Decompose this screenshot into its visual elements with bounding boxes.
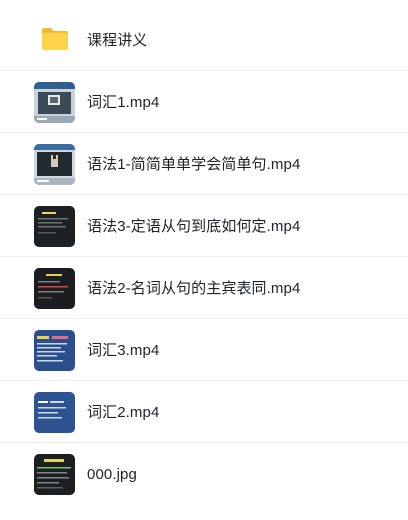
file-name: 词汇3.mp4 bbox=[87, 342, 160, 359]
file-name: 词汇2.mp4 bbox=[87, 404, 160, 421]
video-thumbnail-icon bbox=[34, 206, 75, 247]
file-list: 课程讲义 词汇1.mp4 语法1-简简单单学会简单句.mp4 语法3-定语从句到… bbox=[0, 0, 408, 520]
file-name: 课程讲义 bbox=[87, 32, 148, 49]
file-row-folder[interactable]: 课程讲义 bbox=[0, 10, 408, 71]
file-row-video[interactable]: 语法2-名词从句的主宾表同.mp4 bbox=[0, 258, 408, 319]
file-name: 语法2-名词从句的主宾表同.mp4 bbox=[87, 280, 301, 297]
file-row-video[interactable]: 语法3-定语从句到底如何定.mp4 bbox=[0, 196, 408, 257]
file-name: 语法1-简简单单学会简单句.mp4 bbox=[87, 156, 301, 173]
file-name: 词汇1.mp4 bbox=[87, 94, 160, 111]
file-row-video[interactable]: 词汇3.mp4 bbox=[0, 320, 408, 381]
file-name: 000.jpg bbox=[87, 466, 137, 483]
image-thumbnail-icon bbox=[34, 454, 75, 495]
video-thumbnail-icon bbox=[34, 392, 75, 433]
file-name: 语法3-定语从句到底如何定.mp4 bbox=[87, 218, 301, 235]
file-row-video[interactable]: 词汇2.mp4 bbox=[0, 382, 408, 443]
video-thumbnail-icon bbox=[34, 144, 75, 185]
file-row-video[interactable]: 词汇1.mp4 bbox=[0, 72, 408, 133]
video-thumbnail-icon bbox=[34, 268, 75, 309]
folder-icon bbox=[40, 26, 70, 52]
video-thumbnail-icon bbox=[34, 330, 75, 371]
file-row-video[interactable]: 语法1-简简单单学会简单句.mp4 bbox=[0, 134, 408, 195]
file-row-image[interactable]: 000.jpg bbox=[0, 444, 408, 505]
video-thumbnail-icon bbox=[34, 82, 75, 123]
